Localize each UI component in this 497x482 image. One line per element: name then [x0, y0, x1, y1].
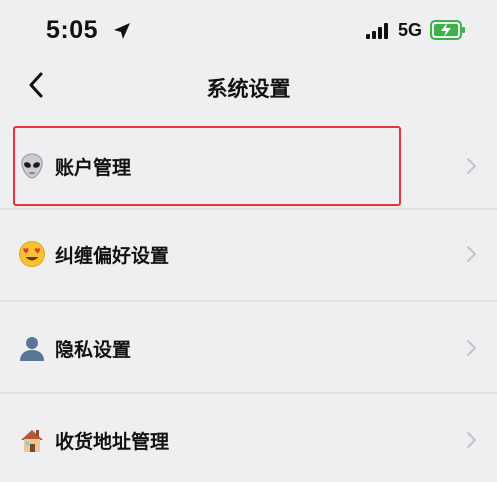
person-silhouette-emoji-icon [20, 337, 44, 361]
chevron-right-icon [467, 340, 476, 356]
heart-eyes-emoji-icon [19, 241, 45, 267]
location-arrow-icon [114, 23, 130, 39]
settings-item-entanglement-preferences[interactable]: 纠缠偏好设置 [0, 212, 497, 296]
settings-item-account-management[interactable]: 账户管理 [0, 124, 497, 208]
alien-emoji-icon [21, 153, 43, 179]
divider [0, 300, 497, 302]
page-title: 系统设置 [206, 77, 291, 101]
status-bar: 5:05 5G [0, 0, 497, 58]
battery-charging-icon [430, 20, 465, 40]
network-type-label: 5G [398, 20, 423, 40]
cellular-signal-icon [366, 23, 388, 39]
settings-item-label: 纠缠偏好设置 [55, 245, 170, 267]
status-time: 5:05 [46, 16, 99, 44]
settings-item-label: 账户管理 [55, 157, 132, 179]
settings-item-shipping-address[interactable]: 收货地址管理 [0, 398, 497, 482]
navigation-bar: 系统设置 [0, 58, 497, 116]
divider [0, 208, 497, 210]
chevron-right-icon [467, 158, 476, 174]
chevron-right-icon [467, 246, 476, 262]
chevron-right-icon [467, 432, 476, 448]
settings-item-privacy[interactable]: 隐私设置 [0, 306, 497, 390]
divider [0, 392, 497, 394]
settings-item-label: 隐私设置 [55, 339, 132, 361]
